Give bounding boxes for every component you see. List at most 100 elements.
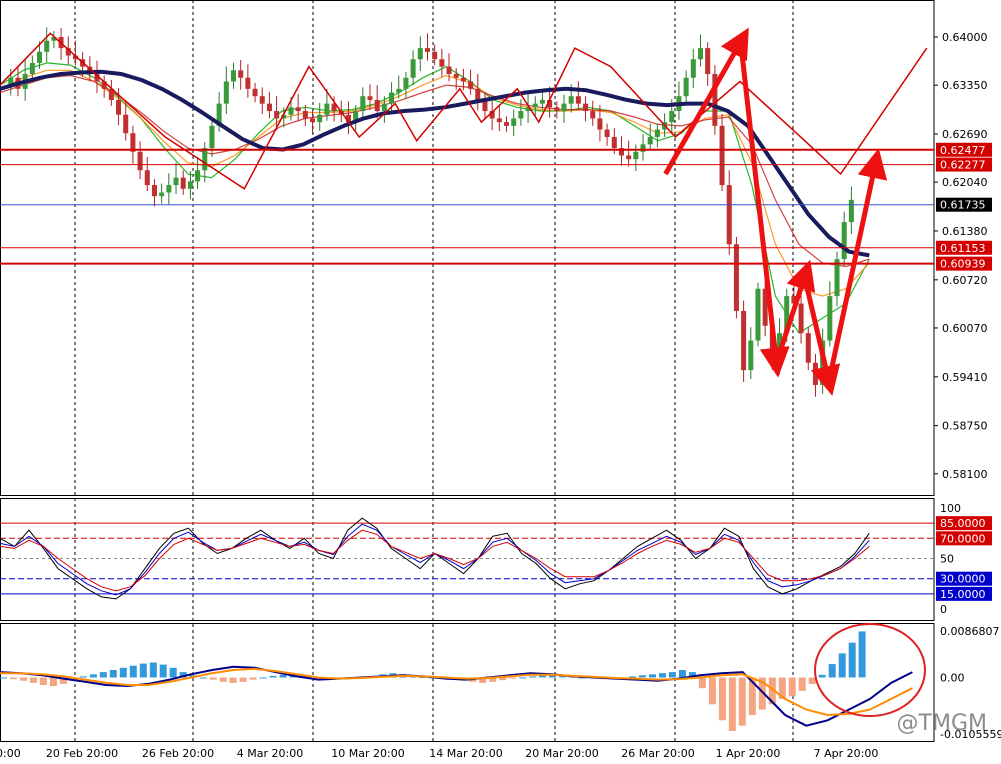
macd-histogram-bar	[838, 653, 846, 678]
candle-body	[367, 96, 373, 100]
candle-body	[453, 74, 459, 78]
candle-body	[733, 244, 739, 311]
forex-chart: 0:00 20 Feb 20:00 26 Feb 20:00 4 Mar 20:00 1…	[0, 0, 1001, 764]
macd-histogram-bar	[509, 677, 517, 679]
candle-body	[403, 77, 409, 89]
candle-body	[798, 303, 804, 334]
candle-body	[116, 99, 122, 115]
macd-histogram-bar	[10, 677, 17, 680]
candle-body	[583, 103, 589, 112]
x-tick-label: 10 Mar 20:00	[331, 747, 404, 760]
candle-body	[532, 103, 538, 108]
macd-histogram-bar	[0, 677, 7, 679]
candle-body	[187, 181, 193, 189]
candle-body	[460, 77, 466, 82]
candle-body	[841, 222, 847, 260]
macd-histogram-bar	[219, 677, 227, 682]
candle-body	[173, 177, 179, 186]
price-y-tick-label: 0.62040	[942, 176, 988, 189]
macd-histogram-bar	[209, 677, 217, 680]
candle-body	[37, 51, 43, 63]
candle-body	[690, 59, 696, 78]
macd-histogram-bar	[30, 677, 37, 683]
candle-body	[741, 310, 747, 371]
candle-body	[266, 103, 272, 112]
macd-histogram-bar	[149, 662, 157, 678]
macd-histogram-bar	[858, 631, 866, 678]
candle-body	[195, 170, 201, 182]
candle-body	[669, 111, 675, 123]
candle-body	[274, 111, 280, 119]
x-tick-label: 20 Mar 20:00	[525, 747, 598, 760]
x-tick-label: 7 Apr 20:00	[814, 747, 879, 760]
macd-histogram-bar	[718, 677, 726, 721]
candle-body	[302, 111, 308, 119]
price-y-tick-label: 0.58100	[942, 468, 988, 481]
macd-histogram-bar	[808, 677, 816, 684]
candle-body	[647, 136, 653, 145]
price-y-tick-label: 0.64000	[942, 31, 988, 44]
candle-body	[245, 77, 251, 89]
candle-body	[805, 333, 811, 363]
osc-y-tick-label: 0	[940, 603, 947, 616]
candle-body	[812, 362, 818, 385]
candle-body	[518, 111, 524, 119]
candle-body	[654, 129, 660, 137]
candle-body	[317, 114, 323, 123]
price-y-tick-label: 0.61380	[942, 225, 988, 238]
macd-y-tick-label: 0.00	[940, 671, 965, 684]
macd-histogram-bar	[20, 677, 27, 681]
macd-histogram-bar	[239, 677, 247, 682]
candle-body	[166, 185, 172, 193]
candle-body	[410, 59, 416, 78]
candle-body	[719, 125, 725, 186]
current-price-label: 0.61735	[940, 199, 986, 212]
x-tick-label: 26 Mar 20:00	[621, 747, 694, 760]
price-y-tick-label: 0.60720	[942, 274, 988, 287]
macd-histogram-bar	[229, 677, 237, 683]
candle-body	[295, 107, 301, 112]
macd-y-tick-label: 0.0086807	[940, 625, 1000, 638]
candle-body	[511, 118, 517, 126]
macd-histogram-bar	[99, 672, 107, 678]
candle-body	[144, 170, 150, 186]
candle-body	[259, 96, 265, 104]
candle-body	[705, 48, 711, 75]
candle-body	[310, 118, 316, 123]
candle-body	[697, 48, 704, 60]
macd-histogram-bar	[49, 677, 57, 687]
macd-histogram-bar	[119, 667, 127, 678]
candle-body	[683, 77, 689, 97]
x-tick-label: 14 Mar 20:00	[429, 747, 502, 760]
macd-histogram-bar	[629, 676, 636, 678]
macd-histogram-bar	[279, 674, 287, 678]
x-tick-label: 0:00	[0, 747, 21, 760]
level-tag-label: 0.61153	[940, 242, 986, 255]
macd-histogram-bar	[708, 677, 716, 705]
osc-level-label: 85.0000	[940, 517, 986, 530]
candle-body	[439, 59, 445, 67]
candle-body	[626, 155, 632, 160]
candle-body	[726, 185, 732, 245]
candle-body	[496, 118, 502, 123]
candle-body	[597, 118, 603, 130]
macd-histogram-bar	[698, 677, 706, 689]
candle-body	[432, 51, 438, 60]
candle-body	[324, 103, 330, 115]
macd-histogram-bar	[788, 677, 796, 697]
candle-body	[827, 296, 833, 341]
candle-body	[561, 103, 567, 112]
candle-body	[475, 88, 481, 100]
candle-body	[223, 81, 229, 104]
price-y-tick-label: 0.59410	[942, 371, 988, 384]
candle-body	[396, 88, 402, 93]
candle-body	[504, 122, 510, 126]
macd-histogram-bar	[639, 675, 646, 678]
macd-histogram-bar	[738, 677, 746, 726]
watermark: @TMGM	[896, 711, 987, 736]
macd-histogram-bar	[269, 675, 277, 678]
candle-body	[633, 151, 639, 160]
x-tick-label: 26 Feb 20:00	[142, 747, 214, 760]
candle-body	[834, 259, 840, 297]
candle-body	[202, 148, 208, 171]
